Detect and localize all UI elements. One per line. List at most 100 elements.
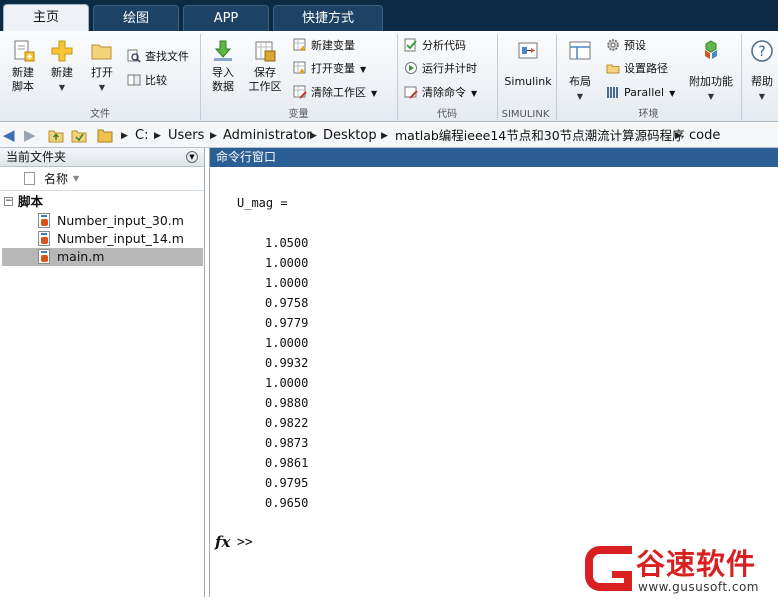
group-divider <box>741 34 742 120</box>
clear-commands-button[interactable]: 清除命令 ▼ <box>404 83 477 103</box>
breadcrumb-separator: ▶ <box>154 131 161 141</box>
file-name: Number_input_14.m <box>57 231 184 246</box>
browse-folder-icon[interactable] <box>71 127 87 146</box>
watermark-brand: 谷速软件 <box>636 547 757 581</box>
analyze-code-button[interactable]: 分析代码 <box>404 36 466 56</box>
breadcrumb-separator: ▶ <box>210 131 217 141</box>
forward-arrow-icon[interactable]: ▶ <box>24 127 36 143</box>
preferences-button[interactable]: 预设 <box>606 36 646 56</box>
set-path-button[interactable]: 设置路径 <box>606 59 668 79</box>
clear-workspace-button[interactable]: 清除工作区 ▼ <box>293 83 377 103</box>
chevron-down-icon: ▼ <box>758 92 766 101</box>
new-script-button[interactable]: 新建 脚本 <box>6 39 40 94</box>
compare-label: 比较 <box>145 74 167 87</box>
file-row[interactable]: Number_input_30.m <box>2 212 203 230</box>
save-workspace-button[interactable]: 保存 工作区 <box>246 39 284 94</box>
m-file-icon <box>38 249 50 264</box>
tab-shortcuts[interactable]: 快捷方式 <box>273 5 383 31</box>
chevron-down-icon: ▼ <box>576 92 584 101</box>
set-path-label: 设置路径 <box>624 62 668 75</box>
command-window-title: 命令行窗口 <box>210 148 778 167</box>
new-button[interactable]: 新建 ▼ <box>46 39 78 95</box>
group-label-code: 代码 <box>437 109 457 120</box>
chevron-down-icon: ▼ <box>707 92 715 101</box>
open-variable-button[interactable]: 打开变量 ▼ <box>293 59 366 79</box>
panel-title-bar: 当前文件夹 ▼ <box>0 148 204 167</box>
chevron-down-icon: ▼ <box>371 89 378 98</box>
up-folder-icon[interactable] <box>48 127 64 146</box>
new-variable-button[interactable]: 新建变量 <box>293 36 355 56</box>
output-value-line: 0.9932 <box>265 356 309 370</box>
simulink-label: Simulink <box>504 75 552 88</box>
simulink-button[interactable]: Simulink <box>502 39 554 89</box>
run-and-time-button[interactable]: 运行并计时 <box>404 59 477 79</box>
output-variable-line: U_mag = <box>237 196 288 210</box>
layout-icon <box>569 41 591 60</box>
breadcrumb-separator: ▶ <box>675 131 682 141</box>
find-files-button[interactable]: 查找文件 <box>127 47 189 67</box>
chevron-down-icon: ▼ <box>360 65 367 74</box>
output-value-line: 0.9758 <box>265 296 309 310</box>
tab-plots[interactable]: 绘图 <box>93 5 179 31</box>
clear-commands-label: 清除命令 <box>422 86 466 99</box>
folder-row[interactable]: − 脚本 <box>2 193 203 211</box>
parallel-icon <box>607 87 618 98</box>
breadcrumb-separator: ▶ <box>121 131 128 141</box>
command-window[interactable]: 命令行窗口 U_mag = 1.0500 1.0000 1.0000 0.9758 0.… <box>209 148 778 597</box>
run-time-icon <box>405 62 417 74</box>
gear-icon <box>607 39 619 51</box>
address-bar: ◀ ▶ ▶ C: ▶ Users ▶ Administrator ▶ Deskt… <box>0 123 778 148</box>
import-data-button[interactable]: 导入 数据 <box>207 39 239 94</box>
layout-button[interactable]: 布局 ▼ <box>562 39 598 104</box>
sort-arrow-icon: ▼ <box>73 174 80 183</box>
breadcrumb-item[interactable]: Desktop <box>323 128 377 143</box>
layout-label: 布局 <box>569 75 591 88</box>
breadcrumb-item[interactable]: matlab编程ieee14节点和30节点潮流计算源码程序 <box>395 128 685 143</box>
panel-menu-icon[interactable]: ▼ <box>186 151 198 163</box>
chevron-down-icon: ▼ <box>98 83 106 92</box>
breadcrumb-item[interactable]: C: <box>135 128 148 143</box>
help-button[interactable]: ? 帮助 ▼ <box>746 39 778 104</box>
breadcrumb-item[interactable]: Administrator <box>223 128 312 143</box>
back-arrow-icon[interactable]: ◀ <box>3 127 15 143</box>
clear-workspace-label: 清除工作区 <box>311 86 366 99</box>
chevron-down-icon: ▼ <box>471 89 478 98</box>
file-type-icon <box>24 172 35 185</box>
open-button[interactable]: 打开 ▼ <box>86 39 118 95</box>
m-file-icon <box>38 231 50 246</box>
output-value-line: 0.9650 <box>265 496 309 510</box>
addons-label: 附加功能 <box>689 75 733 88</box>
find-files-label: 查找文件 <box>145 50 189 63</box>
tab-apps[interactable]: APP <box>183 5 269 31</box>
watermark-url: www.gususoft.com <box>638 580 759 594</box>
breadcrumb-item[interactable]: Users <box>168 128 204 143</box>
open-variable-icon <box>293 61 306 74</box>
addons-button[interactable]: 附加功能 ▼ <box>686 39 736 104</box>
breadcrumb-separator: ▶ <box>381 131 388 141</box>
watermark-logo: 谷速软件 www.gususoft.com <box>580 540 778 597</box>
m-file-icon <box>38 213 50 228</box>
tab-home[interactable]: 主页 <box>3 4 89 31</box>
compare-button[interactable]: 比较 <box>127 71 167 91</box>
addons-icon <box>705 40 717 59</box>
folder-label: 脚本 <box>18 194 44 209</box>
parallel-button[interactable]: Parallel ▼ <box>606 83 675 103</box>
output-value-line: 1.0500 <box>265 236 309 250</box>
preferences-label: 预设 <box>624 39 646 52</box>
new-label: 新建 <box>51 66 73 79</box>
file-row[interactable]: Number_input_14.m <box>2 230 203 248</box>
fx-icon[interactable]: fx <box>215 533 230 551</box>
column-header[interactable]: 名称 ▼ <box>0 167 204 191</box>
folder-icon <box>97 127 113 146</box>
new-script-label: 新建 脚本 <box>12 66 34 93</box>
file-row-selected[interactable]: main.m <box>2 248 203 266</box>
toolstrip-tabbar: 主页 绘图 APP 快捷方式 <box>0 0 778 31</box>
group-label-file: 文件 <box>90 109 110 120</box>
breadcrumb-item[interactable]: code <box>689 128 720 143</box>
collapse-icon[interactable]: − <box>4 197 13 206</box>
command-prompt[interactable]: >> <box>237 535 253 550</box>
open-label: 打开 <box>91 66 113 79</box>
ribbon: 新建 脚本 新建 ▼ 打开 ▼ 查找文件 比较 文件 导入 数据 保存 工作区 … <box>0 31 778 122</box>
save-workspace-icon <box>255 41 276 62</box>
output-value-line: 0.9873 <box>265 436 309 450</box>
